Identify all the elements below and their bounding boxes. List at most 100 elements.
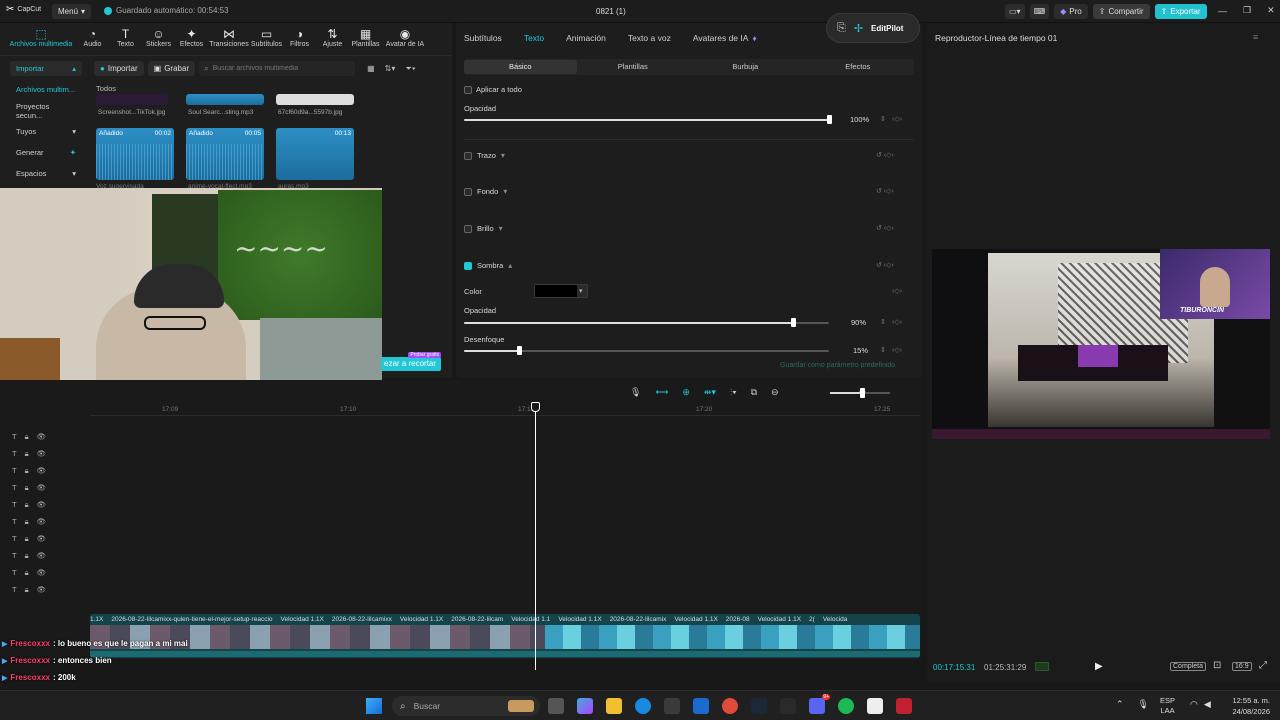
mic-icon[interactable]: 🎙︎: [1138, 699, 1149, 710]
menu-button[interactable]: Menú ▾: [52, 4, 92, 19]
project-name[interactable]: 0821 (1): [596, 7, 626, 16]
timeline-ruler[interactable]: 17:09 17:10 17:15 17:20 17:25: [90, 404, 920, 416]
glow-checkbox[interactable]: [464, 224, 472, 233]
preview-axis-icon[interactable]: ⧉: [751, 387, 757, 398]
keyframe-icon[interactable]: ‹◇›: [892, 318, 902, 326]
eye-icon[interactable]: 👁︎: [37, 500, 47, 509]
lock-icon[interactable]: 🔒︎: [25, 568, 29, 578]
stepper-icon[interactable]: ⇕: [880, 346, 886, 354]
opacity-value[interactable]: 100%: [850, 115, 869, 124]
chevron-up-icon[interactable]: ⌃: [1116, 699, 1124, 710]
quality-button[interactable]: Completa: [1170, 662, 1206, 671]
shadow-section[interactable]: Sombra ▴: [464, 261, 512, 270]
lock-icon[interactable]: 🔒︎: [25, 500, 29, 510]
sidebar-item-media[interactable]: Archivos multim...: [10, 82, 82, 97]
slider-knob[interactable]: [790, 318, 796, 327]
import-button[interactable]: ● Importar: [94, 61, 144, 76]
eye-icon[interactable]: 👁︎: [37, 432, 47, 441]
subtab-1[interactable]: Plantillas: [577, 60, 690, 74]
reset-icon[interactable]: ↺ ‹◇›: [876, 261, 894, 269]
aspect-ratio-button[interactable]: 16:9: [1232, 662, 1252, 671]
media-thumb[interactable]: [96, 94, 168, 105]
editpilot-button[interactable]: ⎘ ✢ EditPilot: [826, 13, 920, 43]
language-indicator[interactable]: ESP LAA: [1160, 696, 1175, 716]
edge-icon[interactable]: [635, 698, 651, 714]
eye-icon[interactable]: 👁︎: [37, 534, 47, 543]
subtab-3[interactable]: Efectos: [802, 60, 915, 74]
apply-all-row[interactable]: Aplicar a todo: [464, 85, 522, 94]
eye-icon[interactable]: 👁︎: [37, 449, 47, 458]
menu-icon[interactable]: ≡: [1253, 32, 1258, 42]
lock-icon[interactable]: 🔒︎: [25, 466, 29, 476]
playhead-handle[interactable]: [531, 402, 540, 412]
shadow-opacity-value[interactable]: 90%: [851, 318, 866, 327]
shadow-checkbox[interactable]: [464, 261, 472, 270]
snap-icon[interactable]: ⇹▾: [704, 387, 716, 398]
lock-icon[interactable]: 🔒︎: [25, 534, 29, 544]
steam-icon[interactable]: [751, 698, 767, 714]
stepper-icon[interactable]: ⇕: [880, 115, 886, 123]
blur-value[interactable]: 15%: [853, 346, 868, 355]
minimize-icon[interactable]: —: [1218, 6, 1227, 16]
lock-icon[interactable]: 🔒︎: [25, 585, 29, 595]
layout-icon[interactable]: ▭▾: [1005, 4, 1025, 19]
mic-icon[interactable]: 🎙︎: [630, 387, 641, 398]
clock[interactable]: 12:55 a. m. 24/08/2026: [1226, 695, 1270, 717]
media-thumb[interactable]: Añadido 00:02: [96, 128, 174, 180]
sidebar-item-spaces[interactable]: Espacios ▾: [10, 166, 82, 181]
tool-media[interactable]: ⬚ Archivos multimedia: [6, 27, 76, 48]
slider-knob[interactable]: [516, 346, 522, 355]
app-icon[interactable]: [896, 698, 912, 714]
video-preview[interactable]: TIBURONCIN: [932, 249, 1270, 439]
tab-1[interactable]: Texto: [524, 33, 544, 43]
keyframe-icon[interactable]: ‹◇›: [892, 346, 902, 354]
export-button[interactable]: ⇧ Exportar: [1154, 4, 1207, 19]
reset-icon[interactable]: ↺ ‹◇›: [876, 151, 894, 159]
file-explorer-icon[interactable]: [606, 698, 622, 714]
slider-knob[interactable]: [827, 115, 832, 124]
reset-icon[interactable]: ↺ ‹◇›: [876, 187, 894, 195]
media-search-input[interactable]: [212, 65, 349, 72]
glow-section[interactable]: Brillo ▾: [464, 224, 503, 233]
task-view-icon[interactable]: [548, 698, 564, 714]
media-search[interactable]: ⌕: [199, 61, 356, 76]
outlook-icon[interactable]: [693, 698, 709, 714]
tool-templates[interactable]: ▦ Plantillas: [349, 27, 382, 48]
wifi-icon[interactable]: ◠: [1190, 699, 1198, 710]
close-icon[interactable]: ✕: [1267, 5, 1275, 16]
stroke-section[interactable]: Trazo ▾: [464, 151, 505, 160]
play-icon[interactable]: ▶: [1095, 661, 1103, 672]
tool-audio[interactable]: ◔ Audio: [76, 27, 109, 48]
lock-icon[interactable]: 🔒︎: [25, 483, 29, 493]
discord-icon[interactable]: 9+: [809, 694, 830, 714]
start-trim-button[interactable]: ezar a recortar Probar gratis: [381, 352, 441, 371]
playhead[interactable]: [535, 404, 536, 670]
volume-icon[interactable]: ◀: [1204, 699, 1211, 710]
link-icon[interactable]: ⟷: [655, 387, 668, 398]
tool-text[interactable]: T Texto: [109, 27, 142, 48]
media-thumb[interactable]: 00:13: [276, 128, 354, 180]
filter-icon[interactable]: ⏷▾: [405, 64, 415, 74]
share-button[interactable]: ⇪ Compartir: [1092, 4, 1150, 19]
stroke-checkbox[interactable]: [464, 151, 472, 160]
media-thumb[interactable]: Añadido 00:05: [186, 128, 264, 180]
eye-icon[interactable]: 👁︎: [37, 585, 47, 594]
eye-icon[interactable]: 👁︎: [37, 551, 47, 560]
taskbar-search[interactable]: ⌕ Buscar: [392, 696, 540, 716]
apply-all-checkbox[interactable]: [464, 85, 472, 94]
keyframe-icon[interactable]: ‹◇›: [892, 287, 902, 295]
lock-icon[interactable]: 🔒︎: [25, 517, 29, 527]
copilot-icon[interactable]: [577, 698, 593, 714]
zoom-fit-icon[interactable]: ⊡: [1213, 660, 1221, 671]
fullscreen-icon[interactable]: ⤢: [1259, 660, 1267, 671]
capcut-active-icon[interactable]: [867, 698, 883, 714]
tab-2[interactable]: Animación: [566, 33, 606, 43]
pro-button[interactable]: ◆ Pro: [1054, 4, 1088, 19]
subtab-2[interactable]: Burbuja: [689, 60, 802, 74]
lock-icon[interactable]: 🔒︎: [25, 432, 29, 442]
background-checkbox[interactable]: [464, 187, 472, 196]
shortcuts-icon[interactable]: ⌨: [1029, 4, 1050, 19]
tool-subtitles[interactable]: ▭ Subtítulos: [250, 27, 283, 48]
split-icon[interactable]: ⫶▾: [730, 387, 737, 398]
media-thumb[interactable]: [276, 94, 354, 105]
